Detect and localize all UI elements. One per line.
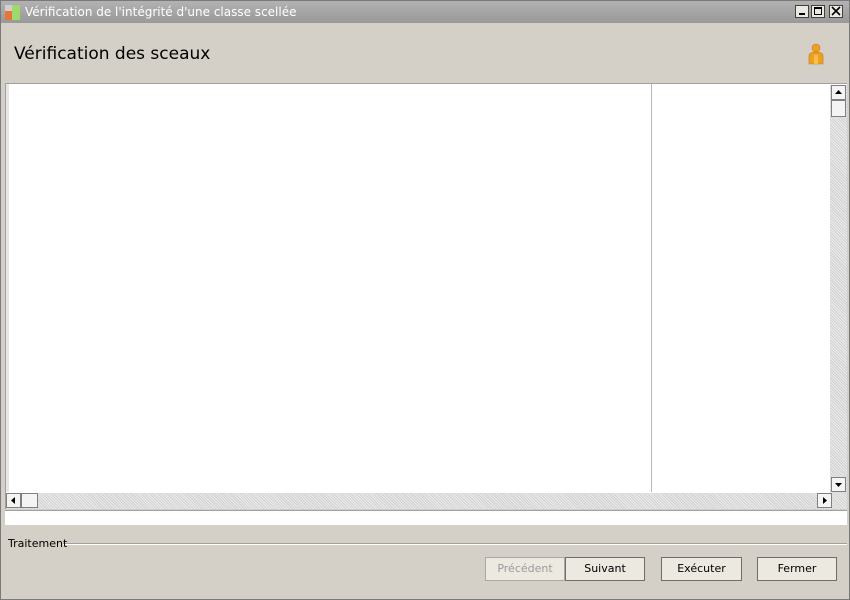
previous-button[interactable]: Précédent xyxy=(485,557,565,581)
page-title: Vérification des sceaux xyxy=(14,44,211,64)
arrow-down-icon xyxy=(835,483,842,487)
group-divider xyxy=(63,543,847,545)
title-bar[interactable]: Vérification de l'intégrité d'une classe… xyxy=(1,1,849,23)
content-area xyxy=(5,83,847,509)
maximize-icon xyxy=(814,7,822,15)
horizontal-scrollbar[interactable] xyxy=(6,493,847,509)
next-button[interactable]: Suivant xyxy=(565,557,645,581)
left-pane[interactable] xyxy=(9,84,650,492)
right-pane[interactable] xyxy=(652,84,829,492)
wizard-header: Vérification des sceaux xyxy=(1,23,849,81)
minimize-button[interactable] xyxy=(795,5,809,18)
execute-button[interactable]: Exécuter xyxy=(661,557,742,581)
scroll-left-button[interactable] xyxy=(6,493,21,508)
scroll-down-button[interactable] xyxy=(831,477,846,492)
group-label-traitement: Traitement xyxy=(8,537,68,550)
wizard-window: Vérification de l'intégrité d'une classe… xyxy=(0,0,850,600)
close-icon xyxy=(831,6,841,16)
status-field xyxy=(5,510,847,525)
user-icon xyxy=(808,43,824,65)
close-button[interactable] xyxy=(829,5,843,18)
arrow-right-icon xyxy=(823,497,827,504)
arrow-up-icon xyxy=(835,90,842,94)
scroll-right-button[interactable] xyxy=(817,493,832,508)
minimize-icon xyxy=(799,13,805,15)
vertical-scrollbar[interactable] xyxy=(830,85,847,493)
vertical-scroll-thumb[interactable] xyxy=(831,100,846,117)
close-wizard-button[interactable]: Fermer xyxy=(757,557,837,581)
maximize-button[interactable] xyxy=(811,5,825,18)
horizontal-scroll-thumb[interactable] xyxy=(21,493,38,508)
app-icon xyxy=(5,5,20,20)
scroll-up-button[interactable] xyxy=(831,85,846,100)
window-title: Vérification de l'intégrité d'une classe… xyxy=(25,5,297,19)
arrow-left-icon xyxy=(11,497,15,504)
